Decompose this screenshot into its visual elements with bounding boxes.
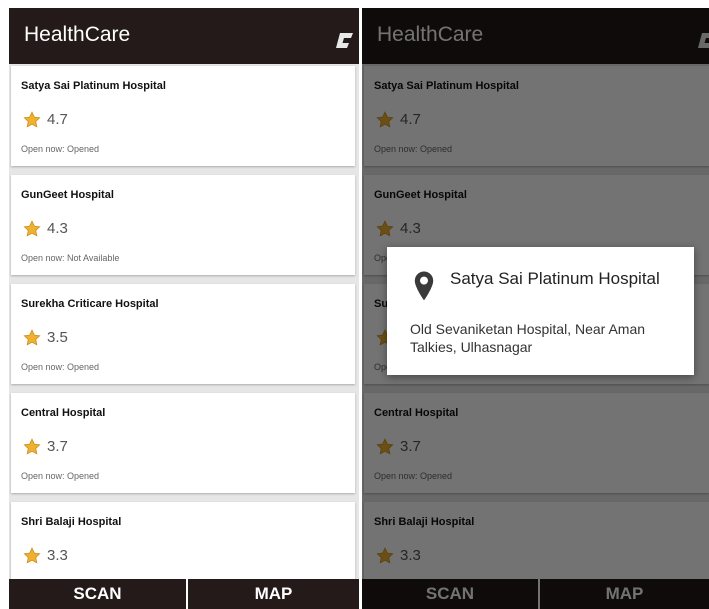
rating-value: 3.7 — [47, 438, 68, 455]
rating-value: 3.5 — [47, 329, 68, 346]
hospital-list-screen: HealthCare Satya Sai Platinum Hospital 4… — [9, 8, 359, 609]
hospital-name: Surekha Criticare Hospital — [21, 298, 159, 310]
map-button[interactable]: MAP — [188, 579, 359, 609]
hospital-name: Satya Sai Platinum Hospital — [21, 80, 166, 92]
hospital-card[interactable]: Central Hospital 3.7 Open now: Opened — [11, 393, 355, 493]
open-status: Open now: Opened — [21, 362, 100, 372]
star-icon — [23, 220, 41, 237]
open-status: Open now: Opened — [21, 144, 100, 154]
dialog-address: Old Sevaniketan Hospital, Near Aman Talk… — [410, 321, 646, 355]
app-title: HealthCare — [24, 23, 131, 46]
hospital-card[interactable]: Surekha Criticare Hospital 3.5 Open now:… — [11, 284, 355, 384]
star-icon — [23, 329, 41, 346]
scan-button[interactable]: SCAN — [9, 579, 186, 609]
hospital-card[interactable]: GunGeet Hospital 4.3 Open now: Not Avail… — [11, 175, 355, 275]
hospital-card[interactable]: Satya Sai Platinum Hospital 4.7 Open now… — [11, 66, 355, 166]
star-icon — [23, 438, 41, 455]
hospital-detail-screen: HealthCare Satya Sai Platinum Hospital 4… — [362, 8, 709, 609]
open-status: Open now: Not Available — [21, 253, 120, 263]
dialog-title: Satya Sai Platinum Hospital — [450, 269, 660, 288]
hospital-name: Shri Balaji Hospital — [21, 516, 122, 528]
app-logo-icon — [336, 33, 353, 48]
open-status: Open now: Opened — [21, 471, 100, 481]
bottom-nav: SCAN MAP — [9, 579, 359, 609]
rating-value: 4.7 — [47, 111, 68, 128]
star-icon — [23, 111, 41, 128]
rating-value: 4.3 — [47, 220, 68, 237]
hospital-name: GunGeet Hospital — [21, 189, 114, 201]
app-bar: HealthCare — [9, 8, 359, 64]
location-pin-icon — [414, 271, 434, 301]
hospital-info-dialog[interactable]: Satya Sai Platinum Hospital Old Sevanike… — [387, 247, 694, 375]
star-icon — [23, 547, 41, 564]
hospital-name: Central Hospital — [21, 407, 106, 419]
rating-value: 3.3 — [47, 547, 68, 564]
